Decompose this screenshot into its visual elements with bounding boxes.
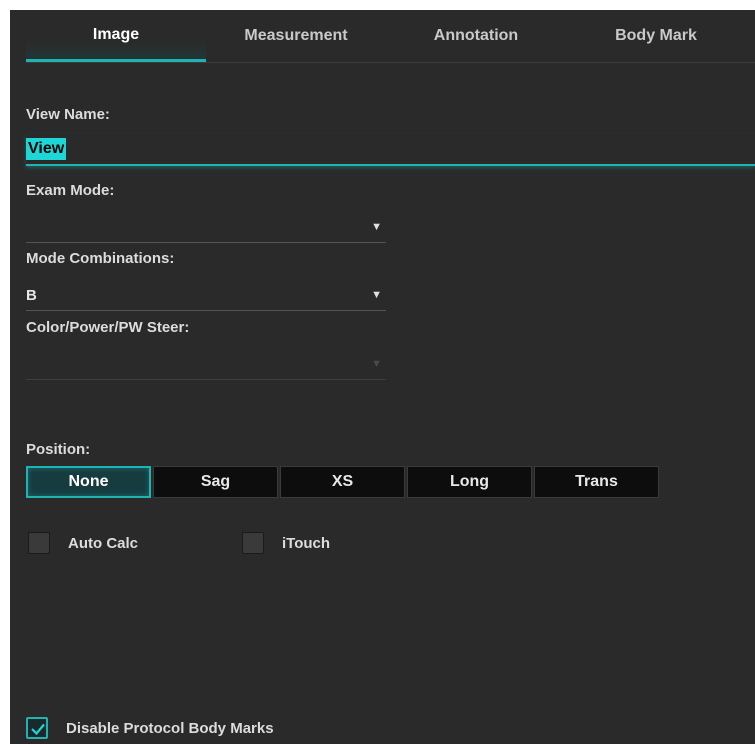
position-long-button[interactable]: Long bbox=[407, 466, 532, 498]
steer-select: ▼ bbox=[26, 350, 386, 380]
view-name-label: View Name: bbox=[26, 106, 110, 123]
tab-image[interactable]: Image bbox=[26, 10, 206, 62]
itouch-label: iTouch bbox=[282, 534, 331, 552]
view-name-input[interactable]: View bbox=[26, 134, 755, 166]
itouch-box[interactable] bbox=[242, 532, 264, 554]
tab-image-label: Image bbox=[92, 25, 140, 43]
view-name-value: View bbox=[26, 138, 67, 160]
triangle-down-icon: ▼ bbox=[371, 358, 382, 370]
disable-protocol-label: Disable Protocol Body Marks bbox=[66, 719, 274, 737]
position-sag-button[interactable]: Sag bbox=[153, 466, 278, 498]
auto-calc-checkbox[interactable]: Auto Calc bbox=[28, 532, 138, 554]
exam-mode-select[interactable]: ▼ bbox=[26, 213, 386, 243]
auto-calc-label: Auto Calc bbox=[68, 534, 139, 552]
mode-combinations-label: Mode Combinations: bbox=[26, 250, 175, 267]
exam-mode-label: Exam Mode: bbox=[26, 182, 115, 199]
position-label: Position: bbox=[26, 441, 91, 458]
auto-calc-box[interactable] bbox=[28, 532, 50, 554]
mode-combinations-value: B bbox=[26, 287, 37, 304]
itouch-checkbox[interactable]: iTouch bbox=[242, 532, 330, 554]
tab-body-mark[interactable]: Body Mark bbox=[566, 10, 746, 62]
disable-protocol-body-marks-checkbox[interactable]: Disable Protocol Body Marks bbox=[26, 717, 274, 739]
triangle-down-icon: ▼ bbox=[371, 289, 382, 301]
triangle-down-icon: ▼ bbox=[371, 221, 382, 233]
check-icon bbox=[31, 723, 45, 736]
disable-protocol-box[interactable] bbox=[26, 717, 48, 739]
tab-annotation[interactable]: Annotation bbox=[386, 10, 566, 62]
position-button-group: None Sag XS Long Trans bbox=[26, 466, 661, 498]
position-trans-button[interactable]: Trans bbox=[534, 466, 659, 498]
mode-combinations-select[interactable]: B ▼ bbox=[26, 281, 386, 311]
position-xs-button[interactable]: XS bbox=[280, 466, 405, 498]
steer-label: Color/Power/PW Steer: bbox=[26, 319, 190, 336]
position-none-button[interactable]: None bbox=[26, 466, 151, 498]
tab-measurement[interactable]: Measurement bbox=[206, 10, 386, 62]
settings-panel: Image Measurement Annotation Body Mark V… bbox=[10, 10, 755, 744]
tab-bar: Image Measurement Annotation Body Mark bbox=[26, 10, 755, 63]
